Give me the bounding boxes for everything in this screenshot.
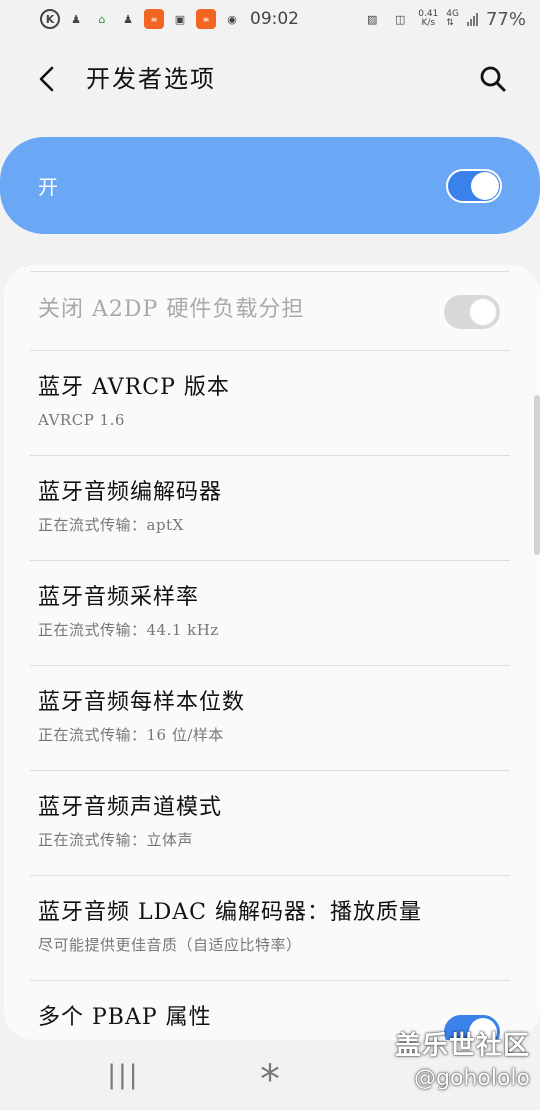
- setting-audio-codec[interactable]: 蓝牙音频编解码器 正在流式传输：aptX: [4, 456, 540, 561]
- qq-icon: ♟: [71, 12, 81, 26]
- watermark-community: 盖乐世社区: [394, 1031, 530, 1061]
- bag-icon: ◫: [395, 12, 406, 26]
- app-notification-icon-2: ≡: [196, 9, 216, 29]
- home-button[interactable]: *: [240, 1050, 300, 1103]
- battery-percent: 77%: [485, 8, 526, 30]
- scrollbar[interactable]: [534, 395, 540, 555]
- master-switch-label: 开: [38, 175, 58, 199]
- setting-subtitle: 正在流式传输：44.1 kHz: [38, 621, 219, 639]
- master-switch-bar[interactable]: 开: [0, 137, 540, 234]
- back-arrow-icon: [39, 66, 54, 92]
- setting-channel-mode[interactable]: 蓝牙音频声道模式 正在流式传输：立体声: [4, 771, 540, 876]
- lock-app-icon: ⌂: [98, 12, 106, 26]
- setting-subtitle: 正在流式传输：立体声: [38, 831, 194, 849]
- data-arrows-icon: ⇅: [446, 18, 454, 28]
- setting-subtitle: 尽可能提供更佳音质（自适应比特率）: [38, 936, 302, 954]
- qq-icon-2: ♟: [123, 12, 133, 26]
- setting-avrcp-version[interactable]: 蓝牙 AVRCP 版本 AVRCP 1.6: [4, 351, 540, 456]
- clipboard-icon: ▣: [174, 12, 186, 26]
- image-icon: ▨: [367, 12, 378, 26]
- setting-ldac-quality[interactable]: 蓝牙音频 LDAC 编解码器：播放质量 尽可能提供更佳音质（自适应比特率）: [4, 876, 540, 981]
- watermark: 盖乐世社区 @gohololo: [395, 1025, 530, 1091]
- watermark-user: @gohololo: [414, 1066, 530, 1091]
- status-bar: K ♟ ⌂ ♟ ≡ ▣ ≡ ◉ 09:02 ▨ ◫ 0.41 K/s 4G ⇅ …: [0, 0, 540, 38]
- settings-list: 关闭 A2DP 硬件负载分担 蓝牙 AVRCP 版本 AVRCP 1.6 蓝牙音…: [4, 265, 540, 1040]
- recent-apps-icon: |||: [107, 1060, 140, 1090]
- notification-icons: K ♟ ⌂ ♟ ≡ ▣ ≡ ◉: [40, 9, 242, 29]
- network-type: 4G ⇅: [446, 10, 459, 28]
- home-icon: *: [259, 1057, 280, 1103]
- search-icon: [480, 66, 506, 92]
- search-button[interactable]: [476, 62, 510, 96]
- setting-title: 蓝牙音频编解码器: [38, 480, 223, 505]
- setting-title: 蓝牙音频每样本位数: [38, 690, 246, 715]
- speed-unit: K/s: [421, 18, 436, 28]
- setting-subtitle: 正在流式传输：aptX: [38, 516, 184, 534]
- setting-subtitle: AVRCP 1.6: [38, 411, 125, 429]
- app-notification-icon: ≡: [144, 9, 164, 29]
- record-icon: ◉: [227, 12, 237, 26]
- status-right: ▨ ◫ 0.41 K/s 4G ⇅ 77%: [362, 9, 526, 30]
- setting-title: 蓝牙音频声道模式: [38, 795, 223, 820]
- divider: [30, 271, 510, 272]
- setting-subtitle: 正在流式传输：16 位/样本: [38, 726, 224, 744]
- app-bar: 开发者选项: [0, 52, 540, 106]
- k-app-icon: K: [40, 9, 60, 29]
- signal-icon: [466, 12, 478, 26]
- network-speed: 0.41 K/s: [418, 10, 438, 28]
- status-time: 09:02: [250, 9, 299, 29]
- setting-title: 蓝牙音频 LDAC 编解码器：播放质量: [38, 900, 422, 925]
- setting-title: 关闭 A2DP 硬件负载分担: [38, 297, 305, 322]
- recent-apps-button[interactable]: |||: [93, 1050, 153, 1100]
- setting-title: 蓝牙音频采样率: [38, 585, 200, 610]
- setting-bits-per-sample[interactable]: 蓝牙音频每样本位数 正在流式传输：16 位/样本: [4, 666, 540, 771]
- master-toggle[interactable]: [446, 168, 502, 203]
- setting-sample-rate[interactable]: 蓝牙音频采样率 正在流式传输：44.1 kHz: [4, 561, 540, 666]
- a2dp-offload-toggle[interactable]: [444, 295, 500, 329]
- page-title: 开发者选项: [86, 65, 216, 93]
- setting-title: 蓝牙 AVRCP 版本: [38, 375, 230, 400]
- setting-disable-a2dp-offload[interactable]: 关闭 A2DP 硬件负载分担: [4, 273, 540, 351]
- back-button[interactable]: [30, 62, 64, 96]
